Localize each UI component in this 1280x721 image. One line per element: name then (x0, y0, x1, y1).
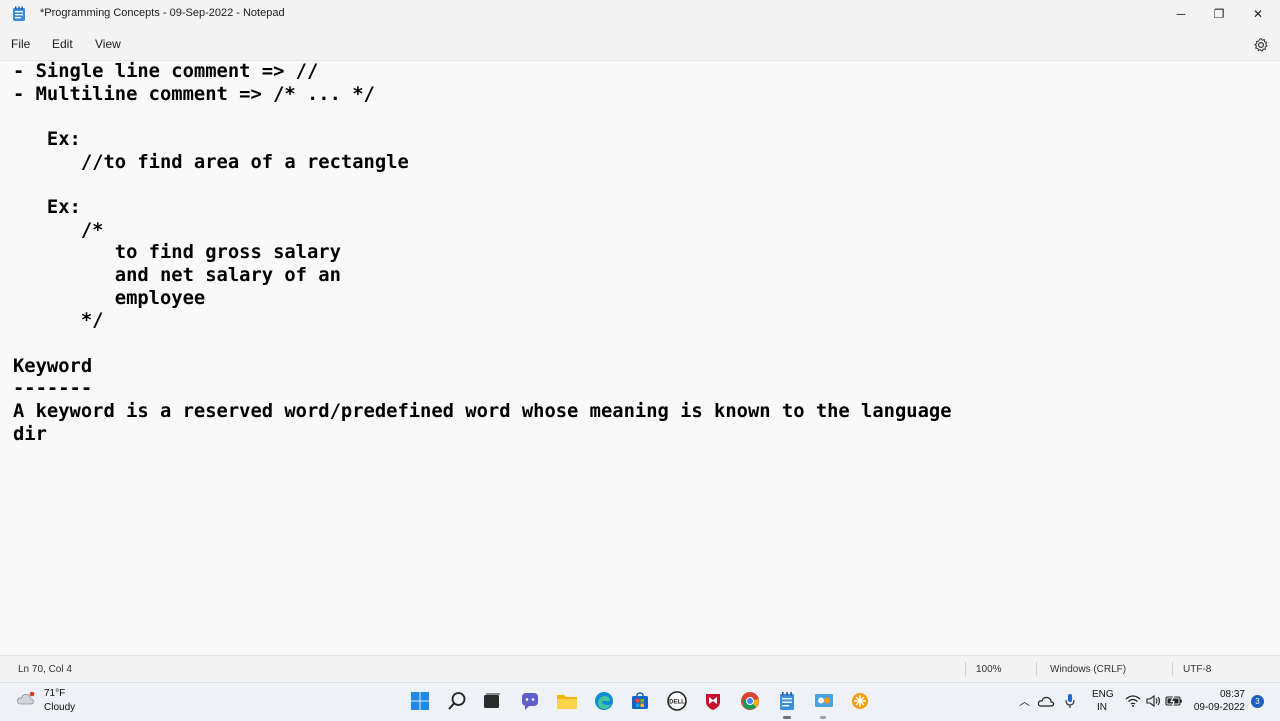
menu-view[interactable]: View (95, 37, 121, 51)
restore-icon: ❐ (1213, 7, 1225, 21)
active-app-indicator (783, 716, 791, 719)
orange-app-icon[interactable] (848, 689, 872, 713)
region-code: IN (1097, 702, 1107, 713)
text-editor-area[interactable]: - Single line comment => // - Multiline … (0, 61, 1280, 654)
running-app-indicator (820, 716, 826, 719)
volume-speaker-icon[interactable] (1143, 691, 1165, 711)
editor-text[interactable]: - Single line comment => // - Multiline … (13, 61, 952, 446)
title-bar: *Programming Concepts - 09-Sep-2022 - No… (0, 0, 1280, 28)
minimize-icon: ─ (1176, 7, 1186, 21)
language-code: ENG (1092, 689, 1114, 700)
start-windows-icon[interactable] (408, 689, 432, 713)
taskbar: 71°F Cloudy DELL ︿ ENG IN 08:37 09-09-20… (0, 682, 1280, 721)
window-title: *Programming Concepts - 09-Sep-2022 - No… (40, 7, 285, 19)
menu-bar: File Edit View (0, 28, 1280, 61)
battery-charging-icon[interactable] (1163, 691, 1185, 711)
status-bar: Ln 70, Col 4 100% Windows (CRLF) UTF-8 (0, 655, 1280, 683)
search-icon[interactable] (445, 689, 469, 713)
status-divider (965, 662, 966, 676)
clock-time: 08:37 (1219, 689, 1245, 700)
status-divider (1036, 662, 1037, 676)
encoding: UTF-8 (1183, 664, 1212, 675)
clock-date-text: 09-09-2022 (1193, 702, 1245, 713)
clock-date[interactable]: 08:37 09-09-2022 (1188, 688, 1245, 714)
microphone-icon[interactable] (1060, 691, 1080, 711)
weather-temperature[interactable]: 71°F (44, 688, 65, 699)
status-divider (1172, 662, 1173, 676)
settings-gear-icon[interactable] (1253, 37, 1269, 53)
cloudy-weather-icon[interactable] (16, 690, 38, 708)
chrome-browser-icon[interactable] (738, 689, 762, 713)
close-button[interactable]: ✕ (1239, 0, 1277, 28)
notepad-taskbar-icon[interactable] (775, 689, 799, 713)
minimize-button[interactable]: ─ (1162, 0, 1200, 28)
language-indicator[interactable]: ENG IN (1092, 688, 1114, 714)
notepad-app-icon (13, 6, 25, 21)
microsoft-store-icon[interactable] (628, 689, 652, 713)
wifi-icon[interactable] (1122, 691, 1144, 711)
show-hidden-icons-chevron-icon[interactable]: ︿ (1019, 693, 1030, 709)
task-view-icon[interactable] (480, 689, 504, 713)
zoom-level: 100% (976, 664, 1002, 675)
onedrive-cloud-icon[interactable] (1035, 691, 1057, 711)
close-icon: ✕ (1252, 7, 1264, 21)
dell-app-icon[interactable]: DELL (665, 689, 689, 713)
menu-edit[interactable]: Edit (52, 37, 73, 51)
edge-browser-icon[interactable] (592, 689, 616, 713)
mcafee-shield-icon[interactable] (701, 689, 725, 713)
menu-file[interactable]: File (11, 37, 30, 51)
svg-text:DELL: DELL (669, 700, 685, 706)
cursor-position: Ln 70, Col 4 (18, 664, 72, 675)
teams-chat-icon[interactable] (518, 689, 542, 713)
maximize-button[interactable]: ❐ (1200, 0, 1238, 28)
network-tool-icon[interactable] (812, 689, 836, 713)
file-explorer-icon[interactable] (555, 689, 579, 713)
weather-description[interactable]: Cloudy (44, 702, 75, 713)
line-ending: Windows (CRLF) (1050, 664, 1127, 675)
notification-count-badge[interactable]: 3 (1251, 695, 1264, 708)
